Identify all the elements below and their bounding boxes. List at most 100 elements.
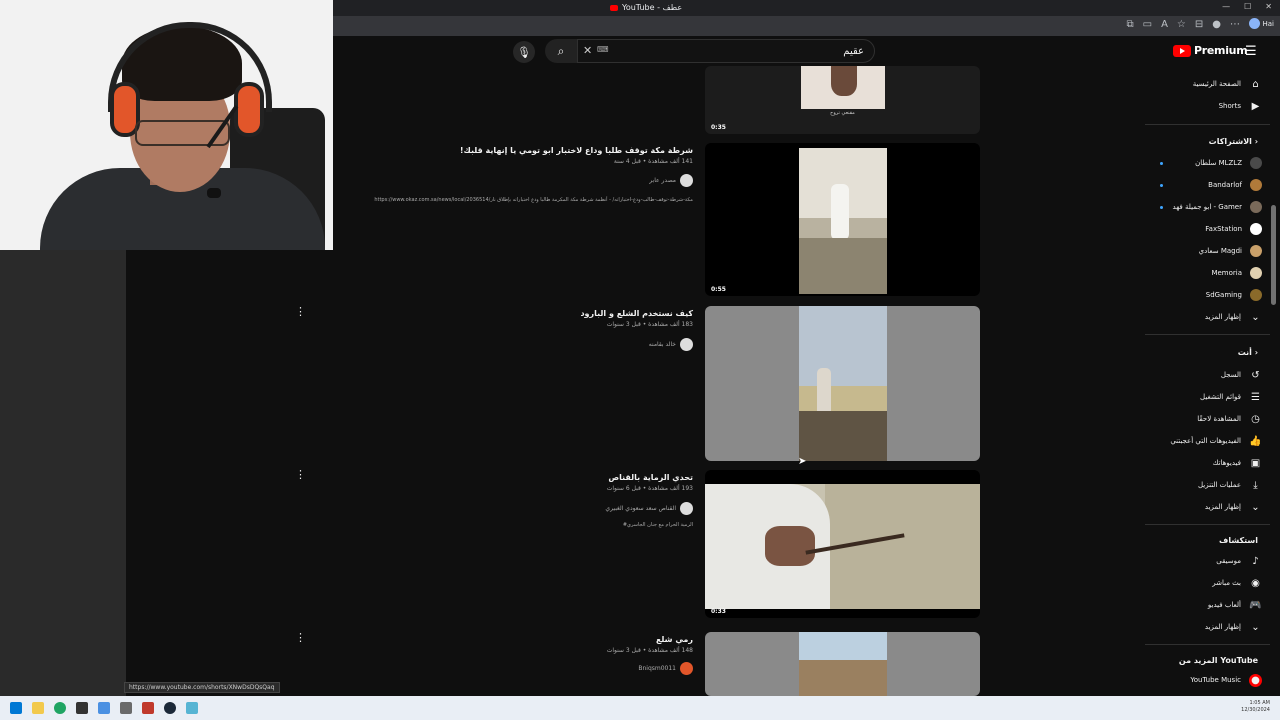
sidebar-item-show-more[interactable]: إظهار المزيد ⌄ [1144,497,1262,517]
thumbnail-ground [799,411,887,461]
sidebar-divider [1145,644,1270,645]
chevron-down-icon: ⌄ [1251,501,1260,513]
sidebar: الصفحة الرئيسية ⌂ Shorts ▶ الاشتراكات › … [1145,70,1270,696]
sidebar-item-label: Memoria [1211,269,1242,277]
sidebar-item-shorts[interactable]: Shorts ▶ [1144,96,1262,116]
sidebar-item-subscription[interactable]: FaxStation [1144,219,1262,239]
duration-badge: 0:33 [711,608,726,615]
video-thumbnail[interactable] [705,306,980,461]
video-thumbnail[interactable] [705,632,980,696]
sidebar-item-label: Shorts [1218,102,1241,110]
channel-name: القناص سعد سعودي الغبيري [605,505,676,512]
sidebar-item-label: سعادي Magdi [1198,247,1242,255]
sidebar-item-music[interactable]: موسيقى ♪ [1144,551,1262,571]
sidebar-item-home[interactable]: الصفحة الرئيسية ⌂ [1144,74,1262,94]
sidebar-item-live[interactable]: بث مباشر ◉ [1144,573,1262,593]
live-dot [1160,205,1163,209]
sidebar-item-label: الصفحة الرئيسية [1192,80,1241,88]
live-dot [1160,161,1163,165]
mail-icon[interactable] [98,702,110,714]
app-icon[interactable] [76,702,88,714]
sidebar-item-watch-later[interactable]: المشاهدة لاحقًا ◷ [1144,409,1262,429]
subscriptions-label: الاشتراكات [1208,137,1252,146]
channel-info[interactable]: مصدر عابر [649,174,693,187]
thumbnail-image [801,66,885,109]
video-title[interactable]: تحدي الرماية بالقناص [608,473,693,482]
sidebar-item-label: قوائم التشغيل [1200,393,1241,401]
subscriptions-header[interactable]: الاشتراكات › [1209,137,1258,146]
app-icon[interactable] [186,702,198,714]
youtube-logo[interactable]: Premium [1173,44,1248,57]
settings-more-icon[interactable]: ⋯ [1230,19,1240,30]
clock-icon: ◷ [1251,413,1260,425]
menu-icon[interactable]: ☰ [1245,44,1257,59]
video-title[interactable]: شرطة مكة توقف طلبا وداع لاختبار ابو تومي… [460,146,693,155]
status-bar-url: https://www.youtube.com/shorts/XNwDsDQsQ… [124,682,280,693]
obs-icon[interactable] [142,702,154,714]
channel-name: Bniqsm0011 [638,665,676,672]
sidebar-item-subscription[interactable]: ابو جميلة فهد - Gamer [1144,197,1262,217]
minimize-icon[interactable]: — [1222,2,1230,11]
close-window-icon[interactable]: ✕ [1265,2,1272,11]
channel-avatar [1250,223,1262,235]
chevron-down-icon: ⌄ [1251,311,1260,323]
search-result[interactable]: 0:55 شرطة مكة توقف طلبا وداع لاختبار ابو… [340,143,980,298]
sidebar-item-youtube-music[interactable]: YouTube Music ● [1144,670,1262,690]
video-title[interactable]: رمي شلع [656,635,693,644]
window-controls: — ☐ ✕ [1222,2,1272,11]
sidebar-item-playlists[interactable]: قوائم التشغيل ☰ [1144,387,1262,407]
search-result[interactable]: مقنعي تروح 0:35 [340,0,980,135]
sidebar-item-show-more[interactable]: إظهار المزيد ⌄ [1144,617,1262,637]
sidebar-item-subscription[interactable]: سعادي Magdi [1144,241,1262,261]
channel-info[interactable]: Bniqsm0011 [638,662,693,675]
thumbnail-ground [799,238,887,294]
video-meta: 148 ألف مشاهدة • قبل 3 سنوات [606,647,693,654]
file-explorer-icon[interactable] [32,702,44,714]
search-result[interactable]: كيف نستخدم الشلع و البارود 183 ألف مشاهد… [340,306,980,463]
sidebar-item-downloads[interactable]: عمليات التنزيل ⤓ [1144,475,1262,495]
more-options-icon[interactable]: ⋮ [295,468,306,481]
search-result[interactable]: 0:33 تحدي الرماية بالقناص 193 ألف مشاهدة… [340,470,980,620]
sidebar-item-history[interactable]: السجل ↺ [1144,365,1262,385]
video-thumbnail[interactable]: مقنعي تروح 0:35 [705,66,980,134]
read-aloud-icon[interactable]: A [1161,19,1168,30]
video-thumbnail[interactable]: 0:55 [705,143,980,296]
maximize-icon[interactable]: ☐ [1244,2,1251,11]
sidebar-item-subscription[interactable]: SdGaming [1144,285,1262,305]
steam-icon[interactable] [164,702,176,714]
video-title[interactable]: كيف نستخدم الشلع و البارود [580,309,693,318]
channel-avatar [680,338,693,351]
sidebar-item-label: إظهار المزيد [1204,313,1241,321]
windows-start-icon[interactable] [10,702,22,714]
live-dot [1160,183,1163,187]
channel-info[interactable]: خالد بقامنه [649,338,693,351]
profile-chip[interactable]: Hai [1248,18,1274,29]
sidebar-item-subscription[interactable]: Bandarlof [1144,175,1262,195]
more-options-icon[interactable]: ⋮ [295,631,306,644]
sidebar-item-liked[interactable]: الفيديوهات التي أعجبتني 👍 [1144,431,1262,451]
sidebar-item-gaming[interactable]: ألعاب فيديو 🎮 [1144,595,1262,615]
sidebar-item-subscription[interactable]: سلطان MLZLZ [1144,153,1262,173]
sidebar-item-label: المشاهدة لاحقًا [1197,415,1241,423]
favorites-icon[interactable]: ☆ [1177,19,1186,30]
history-icon: ↺ [1251,369,1260,381]
you-header[interactable]: أنت › [1238,348,1258,357]
collections-icon[interactable]: ⊟ [1195,19,1203,30]
store-icon[interactable] [120,702,132,714]
sidebar-item-show-more[interactable]: إظهار المزيد ⌄ [1144,307,1262,327]
cast-icon[interactable]: ▭ [1143,19,1152,30]
edge-browser-icon[interactable] [54,702,66,714]
sidebar-scrollbar[interactable] [1271,205,1276,305]
video-thumbnail[interactable]: 0:33 [705,470,980,618]
download-icon: ⤓ [1253,479,1258,491]
sidebar-item-your-videos[interactable]: فيديوهاتك ▣ [1144,453,1262,473]
extension-icon[interactable]: ⧉ [1126,19,1133,30]
system-tray-clock[interactable]: 1:05 AM 12/30/2024 [1241,700,1270,714]
search-result[interactable]: رمي شلع 148 ألف مشاهدة • قبل 3 سنوات Bni… [340,632,980,696]
thumbnail-image [799,148,887,294]
sidebar-item-label: YouTube Music [1190,676,1241,684]
sidebar-item-subscription[interactable]: Memoria [1144,263,1262,283]
more-options-icon[interactable]: ⋮ [295,305,306,318]
account-icon[interactable]: ● [1212,19,1221,30]
channel-info[interactable]: القناص سعد سعودي الغبيري [605,502,693,515]
